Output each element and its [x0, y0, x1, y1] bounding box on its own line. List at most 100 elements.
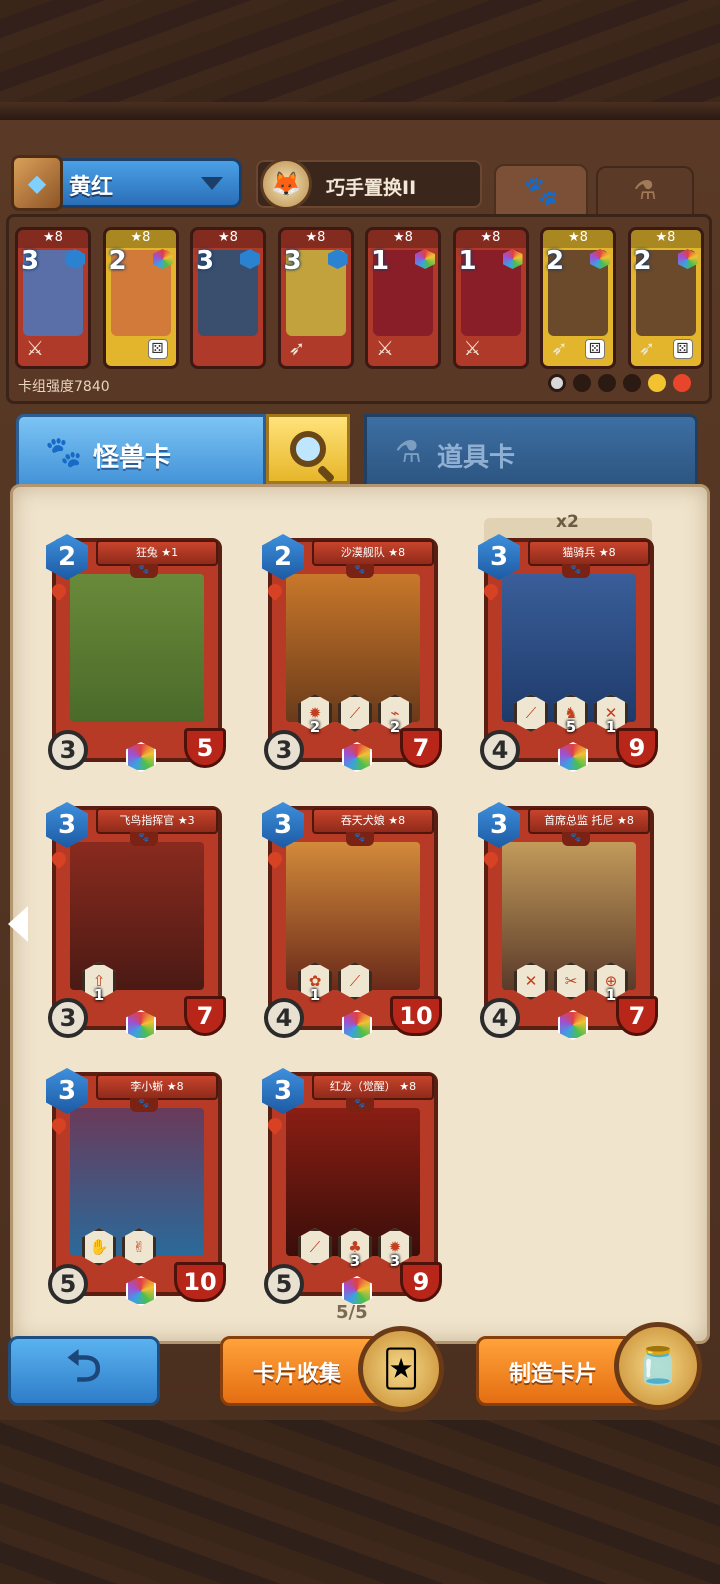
flask-icon: ⚗ [633, 176, 657, 206]
deck-card[interactable]: ★8 3 [190, 227, 266, 369]
monster-card[interactable]: 李小蜥 ★8 🐾 3 ✋ ✌ 5 10 [46, 1068, 226, 1306]
deck-card[interactable]: ★8 1 ⚔ [365, 227, 441, 369]
card-health: 5 [184, 728, 226, 768]
monster-card[interactable]: 吞天犬娘 ★8 🐾 3 ✿ 1 ⟋ 4 10 [262, 802, 442, 1040]
deck-card-cost: 1 [458, 246, 477, 276]
monster-card[interactable]: 沙漠舰队 ★8 🐾 2 ✹ 2 ⟋ ⌁ 2 3 7 [262, 534, 442, 772]
skill-icon: ⟋ [298, 1228, 332, 1266]
skill-count: 2 [309, 718, 321, 736]
flask-icon: ⚗ [395, 435, 422, 470]
deck-selector[interactable]: ◆ 黄红 [11, 155, 242, 211]
card-attack: 5 [48, 1264, 88, 1304]
dice-icon: ⚄ [672, 339, 693, 359]
skill-slot: ✹ 2 [298, 694, 332, 736]
tab-monster-deck[interactable]: 🐾 [494, 164, 588, 214]
paw-icon: 🐾 [346, 832, 374, 846]
skill-icon: ✋ [82, 1228, 116, 1266]
skill-slot: ⊕ 1 [594, 962, 628, 1004]
monster-card[interactable]: 红龙（觉醒） ★8 🐾 3 ⟋ ♣ 3 ✹ 3 5 9 [262, 1068, 442, 1306]
back-button[interactable]: ⮌ [8, 1336, 160, 1406]
fire-element-icon [481, 849, 501, 869]
prev-page-arrow-icon[interactable] [8, 906, 28, 942]
tab-item-label: 道具卡 [437, 443, 516, 473]
skill-count: 1 [309, 986, 321, 1004]
ability-label: 巧手置换II [326, 177, 417, 199]
card-health: 7 [616, 996, 658, 1036]
card-skills: ✕ ✂ ⊕ 1 [514, 962, 628, 1004]
skill-slot: ⇧ 1 [82, 962, 116, 1004]
paw-icon: 🐾 [130, 564, 158, 578]
card-skills: ⟋ ♞ 5 ✕ 1 [514, 694, 628, 736]
tab-item-deck[interactable]: ⚗ [596, 166, 694, 214]
card-skills: ✋ ✌ [82, 1228, 156, 1266]
card-skills: ✿ 1 ⟋ [298, 962, 372, 1004]
deck-card[interactable]: ★8 3 ⚔ [15, 227, 91, 369]
skill-slot: ⌁ 2 [378, 694, 412, 736]
card-collection-icon[interactable]: 🃏 [358, 1326, 444, 1412]
skill-icon: ⟋ [338, 962, 372, 1000]
deck-card[interactable]: ★8 3 ➶ [277, 227, 354, 369]
sun-icon [648, 374, 666, 392]
skill-icon: ⟋ [338, 694, 372, 732]
deck-card-cost: 2 [633, 246, 652, 276]
card-skills: ⟋ ♣ 3 ✹ 3 [298, 1228, 412, 1270]
card-name: 红龙（觉醒） ★8 [312, 1074, 434, 1100]
ability-selector[interactable]: 🦊 巧手置换II [256, 158, 482, 210]
skill-slot: ♣ 3 [338, 1228, 372, 1270]
card-name: 飞鸟指挥官 ★3 [96, 808, 218, 834]
skill-slot: ✂ [554, 962, 588, 1000]
monster-card[interactable]: 首席总监 托尼 ★8 🐾 3 ✕ ✂ ⊕ 1 4 7 [478, 802, 658, 1040]
card-health: 10 [390, 996, 442, 1036]
skill-slot: ⟋ [338, 694, 372, 732]
card-name: 沙漠舰队 ★8 [312, 540, 434, 566]
search-button[interactable] [266, 414, 350, 484]
skill-count: 1 [93, 986, 105, 1004]
card-attack: 3 [48, 998, 88, 1038]
craft-jar-icon[interactable]: 🫙 [614, 1322, 702, 1410]
skill-count: 5 [565, 718, 577, 736]
card-health: 7 [400, 728, 442, 768]
page-count: 5/5 [336, 1302, 368, 1323]
monster-card[interactable]: 飞鸟指挥官 ★3 🐾 3 ⇧ 1 3 7 [46, 802, 226, 1040]
sword-icon: ⚔ [26, 336, 44, 360]
fire-element-icon [265, 581, 285, 601]
dice-icon: ⚄ [585, 339, 605, 359]
search-icon [290, 431, 326, 467]
monster-card[interactable]: 猫骑兵 ★8 🐾 3 ⟋ ♞ 5 ✕ 1 4 9 [478, 534, 658, 772]
gear-icon [573, 374, 591, 392]
fire-element-icon [481, 581, 501, 601]
target-icon [548, 374, 566, 392]
monster-card[interactable]: 狂兔 ★1 🐾 2 3 5 [46, 534, 226, 772]
tab-item-cards[interactable]: ⚗ 道具卡 [364, 414, 698, 492]
deck-card[interactable]: ★8 2 ➶ ⚄ [627, 227, 704, 369]
tab-monster-cards[interactable]: 🐾 怪兽卡 [16, 414, 266, 492]
deck-card-cost: 3 [283, 246, 302, 276]
paw-icon: 🐾 [346, 564, 374, 578]
card-name: 吞天犬娘 ★8 [312, 808, 434, 834]
card-attack: 3 [264, 730, 304, 770]
card-art [70, 574, 204, 722]
paw-icon: 🐾 [45, 435, 83, 470]
paw-icon: 🐾 [523, 173, 559, 207]
hand-icon [598, 374, 616, 392]
deck-card[interactable]: ★8 1 ⚔ [452, 227, 529, 369]
skill-slot: ♞ 5 [554, 694, 588, 736]
card-name: 李小蜥 ★8 [96, 1074, 218, 1100]
deck-card[interactable]: ★8 2 ⚄ [102, 227, 179, 369]
card-health: 9 [616, 728, 658, 768]
top-wood-border [0, 0, 720, 120]
deck-card-cost: 2 [108, 246, 127, 276]
dice-icon: ⚄ [147, 339, 168, 359]
duplicate-count: x2 [556, 512, 579, 532]
fire-element-icon [265, 849, 285, 869]
leaf-icon [623, 374, 641, 392]
fire-icon [673, 374, 691, 392]
deck-name: 黄红 [69, 175, 114, 200]
skill-slot: ✿ 1 [298, 962, 332, 1004]
card-skills: ✹ 2 ⟋ ⌁ 2 [298, 694, 412, 736]
card-health: 10 [174, 1262, 226, 1302]
skill-slot: ✌ [122, 1228, 156, 1266]
fire-element-icon [49, 849, 69, 869]
card-attack: 3 [48, 730, 88, 770]
deck-card[interactable]: ★8 2 ➶ ⚄ [540, 227, 616, 369]
